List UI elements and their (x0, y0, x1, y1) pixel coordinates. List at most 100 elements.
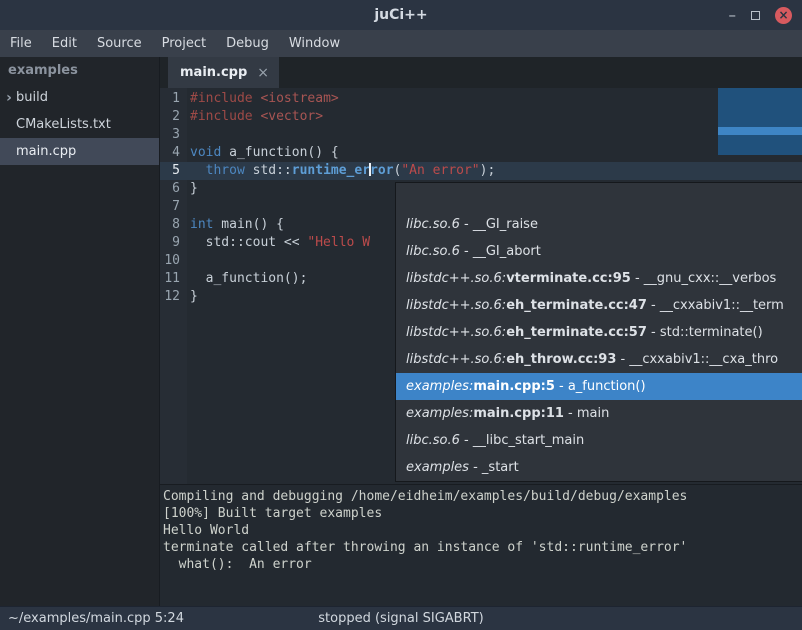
terminal-line-4: what(): An error (163, 556, 802, 573)
line-number: 1 (160, 90, 187, 108)
code-token: main() { (213, 217, 283, 232)
code-token: ror (370, 163, 393, 178)
code-text: a_function(); (187, 270, 307, 288)
menu-item-edit[interactable]: Edit (42, 30, 87, 57)
tree-item-label: build (14, 90, 48, 105)
line-number: 9 (160, 234, 187, 252)
stack-trace-popup: libc.so.6 - __GI_raiselibc.so.6 - __GI_a… (395, 182, 802, 482)
frame-library: examples: (406, 406, 473, 421)
line-number: 2 (160, 108, 187, 126)
code-token: a_function() { (221, 145, 338, 160)
code-text: throw std::runtime_error("An error"); (187, 162, 495, 180)
code-token: <vector> (260, 109, 323, 124)
code-text (187, 198, 190, 216)
code-token: int (190, 217, 213, 232)
frame-library: examples (406, 460, 469, 475)
editor-overlay-panel (718, 88, 802, 155)
frame-function: - __GI_raise (460, 217, 538, 232)
window-controls: – × (729, 0, 793, 30)
line-number: 11 (160, 270, 187, 288)
code-token: runtime_er (292, 163, 370, 178)
frame-function: - main (564, 406, 609, 421)
stack-frame-6[interactable]: libstdc++.so.6:eh_throw.cc:93 - __cxxabi… (396, 346, 802, 373)
menu-item-project[interactable]: Project (152, 30, 216, 57)
frame-location: eh_terminate.cc:47 (506, 298, 647, 313)
code-line-4[interactable]: 4void a_function() { (160, 144, 802, 162)
code-line-2[interactable]: 2#include <vector> (160, 108, 802, 126)
close-button[interactable]: × (775, 7, 792, 24)
frame-function: - a_function() (555, 379, 646, 394)
code-text: } (187, 180, 198, 198)
code-text (187, 252, 190, 270)
frame-library: libstdc++.so.6: (406, 271, 506, 286)
frame-library: libstdc++.so.6: (406, 325, 506, 340)
stack-frame-9[interactable]: libc.so.6 - __libc_start_main (396, 427, 802, 454)
terminal-line-2: Hello World (163, 522, 802, 539)
frame-location: vterminate.cc:95 (506, 271, 631, 286)
status-debug-state: stopped (signal SIGABRT) (0, 607, 802, 630)
frame-function: - __gnu_cxx::__verbos (631, 271, 777, 286)
code-text (187, 126, 190, 144)
line-number: 3 (160, 126, 187, 144)
project-name: examples (0, 57, 159, 84)
stack-frame-10[interactable]: examples - _start (396, 454, 802, 481)
window-title: juCi++ (0, 0, 802, 30)
menu-item-debug[interactable]: Debug (216, 30, 279, 57)
frame-function: - _start (469, 460, 519, 475)
code-token: } (190, 181, 198, 196)
tab-bar: main.cpp× (160, 57, 802, 88)
code-token: "An error" (401, 163, 479, 178)
frame-location: main.cpp:5 (473, 379, 555, 394)
code-token: std::cout << (190, 235, 307, 250)
tab-main.cpp[interactable]: main.cpp× (168, 57, 279, 88)
line-number: 7 (160, 198, 187, 216)
frame-function: - __libc_start_main (460, 433, 584, 448)
stack-frame-3[interactable]: libstdc++.so.6:vterminate.cc:95 - __gnu_… (396, 265, 802, 292)
tree-item-cmakelists.txt[interactable]: CMakeLists.txt (0, 111, 159, 138)
stack-frame-2[interactable]: libc.so.6 - __GI_abort (396, 238, 802, 265)
app-window: juCi++ – × FileEditSourceProjectDebugWin… (0, 0, 802, 630)
line-number: 6 (160, 180, 187, 198)
code-token (190, 163, 206, 178)
tree-item-label: CMakeLists.txt (14, 117, 111, 132)
stack-frame-spacer (396, 183, 802, 211)
code-token: <iostream> (260, 91, 338, 106)
tree-item-main.cpp[interactable]: main.cpp (0, 138, 159, 165)
stack-frame-8[interactable]: examples:main.cpp:11 - main (396, 400, 802, 427)
line-number: 10 (160, 252, 187, 270)
code-text: } (187, 288, 198, 306)
file-tree: ›build CMakeLists.txt main.cpp (0, 84, 159, 165)
tree-item-build[interactable]: ›build (0, 84, 159, 111)
code-text: std::cout << "Hello W (187, 234, 370, 252)
stack-frame-5[interactable]: libstdc++.so.6:eh_terminate.cc:57 - std:… (396, 319, 802, 346)
frame-function: - std::terminate() (647, 325, 763, 340)
code-token: #include (190, 109, 253, 124)
menu-item-window[interactable]: Window (279, 30, 350, 57)
menu-item-file[interactable]: File (0, 30, 42, 57)
line-number: 4 (160, 144, 187, 162)
maximize-button[interactable] (751, 11, 760, 20)
code-line-5[interactable]: 5 throw std::runtime_error("An error"); (160, 162, 802, 180)
stack-frame-1[interactable]: libc.so.6 - __GI_raise (396, 211, 802, 238)
code-text: #include <vector> (187, 108, 323, 126)
frame-library: libc.so.6 (406, 244, 460, 259)
tab-close-icon[interactable]: × (257, 66, 269, 80)
code-token: void (190, 145, 221, 160)
stack-frame-4[interactable]: libstdc++.so.6:eh_terminate.cc:47 - __cx… (396, 292, 802, 319)
tree-item-label: main.cpp (14, 144, 76, 159)
frame-library: libc.so.6 (406, 433, 460, 448)
minimize-button[interactable]: – (729, 8, 737, 23)
frame-library: libstdc++.so.6: (406, 298, 506, 313)
code-line-1[interactable]: 1#include <iostream> (160, 90, 802, 108)
frame-library: examples: (406, 379, 473, 394)
menu-bar: FileEditSourceProjectDebugWindow (0, 30, 802, 57)
status-bar: ~/examples/main.cpp 5:24 stopped (signal… (0, 606, 802, 630)
title-bar: juCi++ – × (0, 0, 802, 30)
code-text: int main() { (187, 216, 284, 234)
frame-location: eh_throw.cc:93 (506, 352, 616, 367)
terminal-output[interactable]: Compiling and debugging /home/eidheim/ex… (160, 484, 802, 606)
menu-item-source[interactable]: Source (87, 30, 152, 57)
overlay-highlight (718, 127, 802, 135)
stack-frame-7[interactable]: examples:main.cpp:5 - a_function() (396, 373, 802, 400)
code-line-3[interactable]: 3 (160, 126, 802, 144)
